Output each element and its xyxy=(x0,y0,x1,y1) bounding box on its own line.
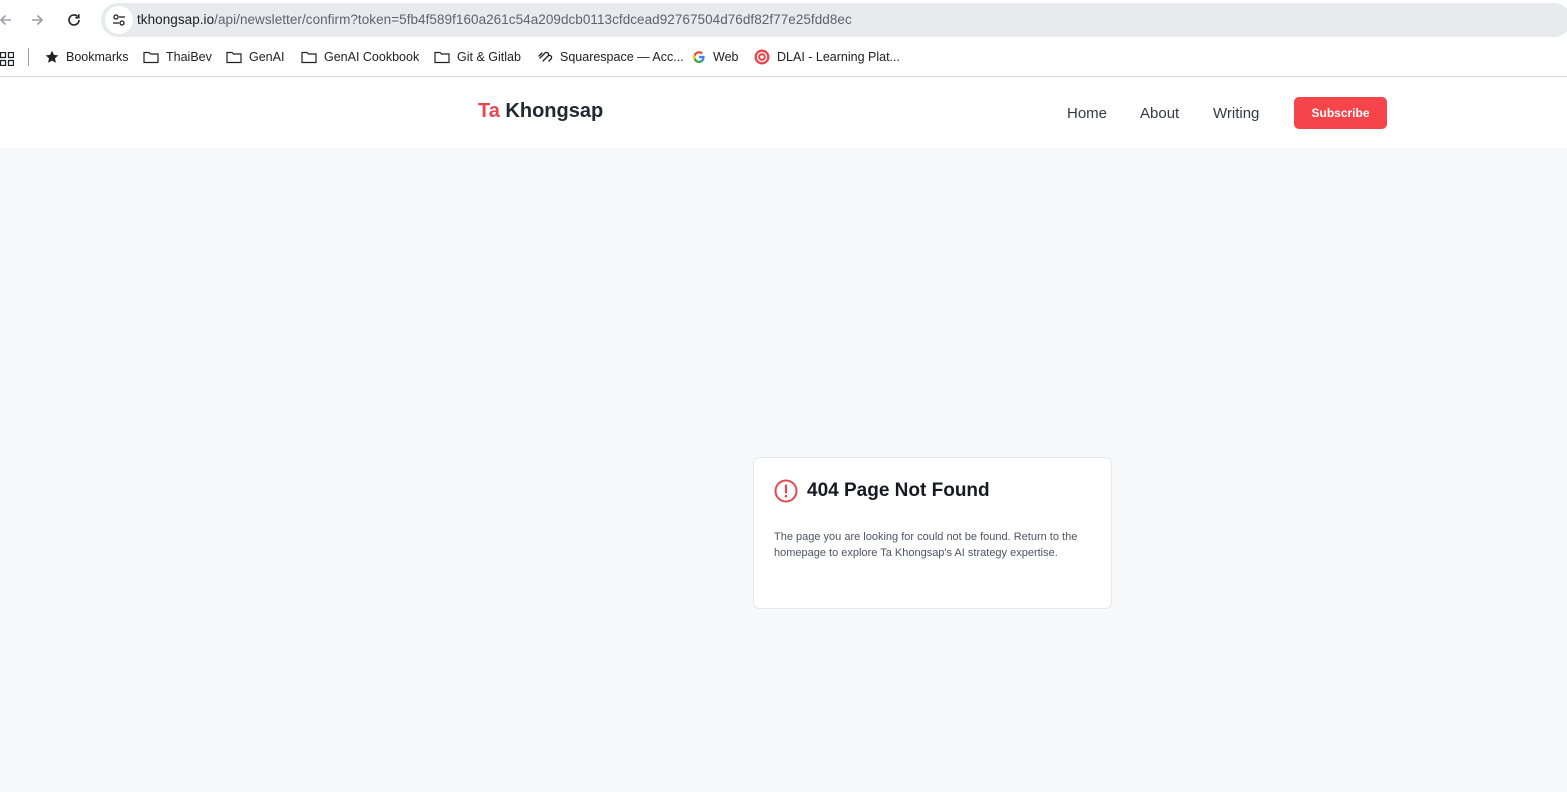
error-title: 404 Page Not Found xyxy=(807,480,990,501)
bookmark-label: GenAI Cookbook xyxy=(324,50,420,64)
site-settings-button[interactable] xyxy=(105,6,133,34)
bookmark-label: Web xyxy=(713,50,739,64)
logo-first-name: Ta xyxy=(478,100,500,122)
reload-button[interactable] xyxy=(60,6,88,34)
bookmark-thaibev[interactable]: ThaiBev xyxy=(143,48,212,66)
folder-icon xyxy=(226,51,242,64)
back-button[interactable] xyxy=(0,6,20,34)
reload-icon xyxy=(68,14,80,26)
error-card: 404 Page Not Found The page you are look… xyxy=(753,457,1112,609)
bookmark-genai[interactable]: GenAI xyxy=(226,48,284,66)
squarespace-icon xyxy=(538,51,553,62)
address-bar[interactable]: tkhongsap.io/api/newsletter/confirm?toke… xyxy=(101,3,1567,37)
logo-last-name: Khongsap xyxy=(505,100,604,122)
site-header: Ta Khongsap Home About Writing Subscribe xyxy=(0,78,1567,148)
url-path: /api/newsletter/confirm?token=5fb4f589f1… xyxy=(214,12,852,27)
apps-grid-icon xyxy=(0,52,14,66)
bookmark-squarespace[interactable]: Squarespace — Acc... xyxy=(537,48,684,66)
error-message: The page you are looking for could not b… xyxy=(774,531,1078,559)
main-content: 404 Page Not Found The page you are look… xyxy=(0,148,1567,792)
back-arrow-icon xyxy=(0,14,11,26)
browser-toolbar: tkhongsap.io/api/newsletter/confirm?toke… xyxy=(0,0,1567,40)
folder-icon xyxy=(143,51,159,64)
bookmark-web[interactable]: Web xyxy=(692,48,738,66)
bookmarks-separator xyxy=(28,48,29,66)
apps-button[interactable] xyxy=(0,50,14,68)
bookmark-label: Squarespace — Acc... xyxy=(560,50,684,64)
dlai-icon xyxy=(754,49,770,65)
bookmark-label: Bookmarks xyxy=(66,50,129,64)
folder-icon xyxy=(301,51,317,64)
url-host: tkhongsap.io xyxy=(137,12,215,27)
bookmark-git-gitlab[interactable]: Git & Gitlab xyxy=(434,48,521,66)
bookmark-genai-cookbook[interactable]: GenAI Cookbook xyxy=(301,48,419,66)
star-icon xyxy=(45,50,59,63)
forward-button[interactable] xyxy=(23,6,51,34)
bookmark-label: Git & Gitlab xyxy=(457,50,521,64)
nav-writing-link[interactable]: Writing xyxy=(1213,105,1259,122)
bookmark-label: GenAI xyxy=(249,50,285,64)
site-settings-icon xyxy=(113,14,125,26)
google-icon xyxy=(693,51,705,63)
url-text[interactable]: tkhongsap.io/api/newsletter/confirm?toke… xyxy=(137,12,852,27)
subscribe-button[interactable]: Subscribe xyxy=(1294,97,1387,129)
bookmark-label: ThaiBev xyxy=(166,50,212,64)
folder-icon xyxy=(434,51,450,64)
alert-circle-icon xyxy=(774,479,798,503)
site-logo[interactable]: Ta Khongsap xyxy=(478,100,603,123)
nav-about-link[interactable]: About xyxy=(1140,105,1179,122)
bookmark-bookmarks[interactable]: Bookmarks xyxy=(45,48,129,66)
error-card-header: 404 Page Not Found xyxy=(774,479,990,503)
bookmark-label: DLAI - Learning Plat... xyxy=(777,50,900,64)
nav-home-link[interactable]: Home xyxy=(1067,105,1107,122)
bookmark-dlai[interactable]: DLAI - Learning Plat... xyxy=(754,48,900,66)
forward-arrow-icon xyxy=(32,14,44,26)
